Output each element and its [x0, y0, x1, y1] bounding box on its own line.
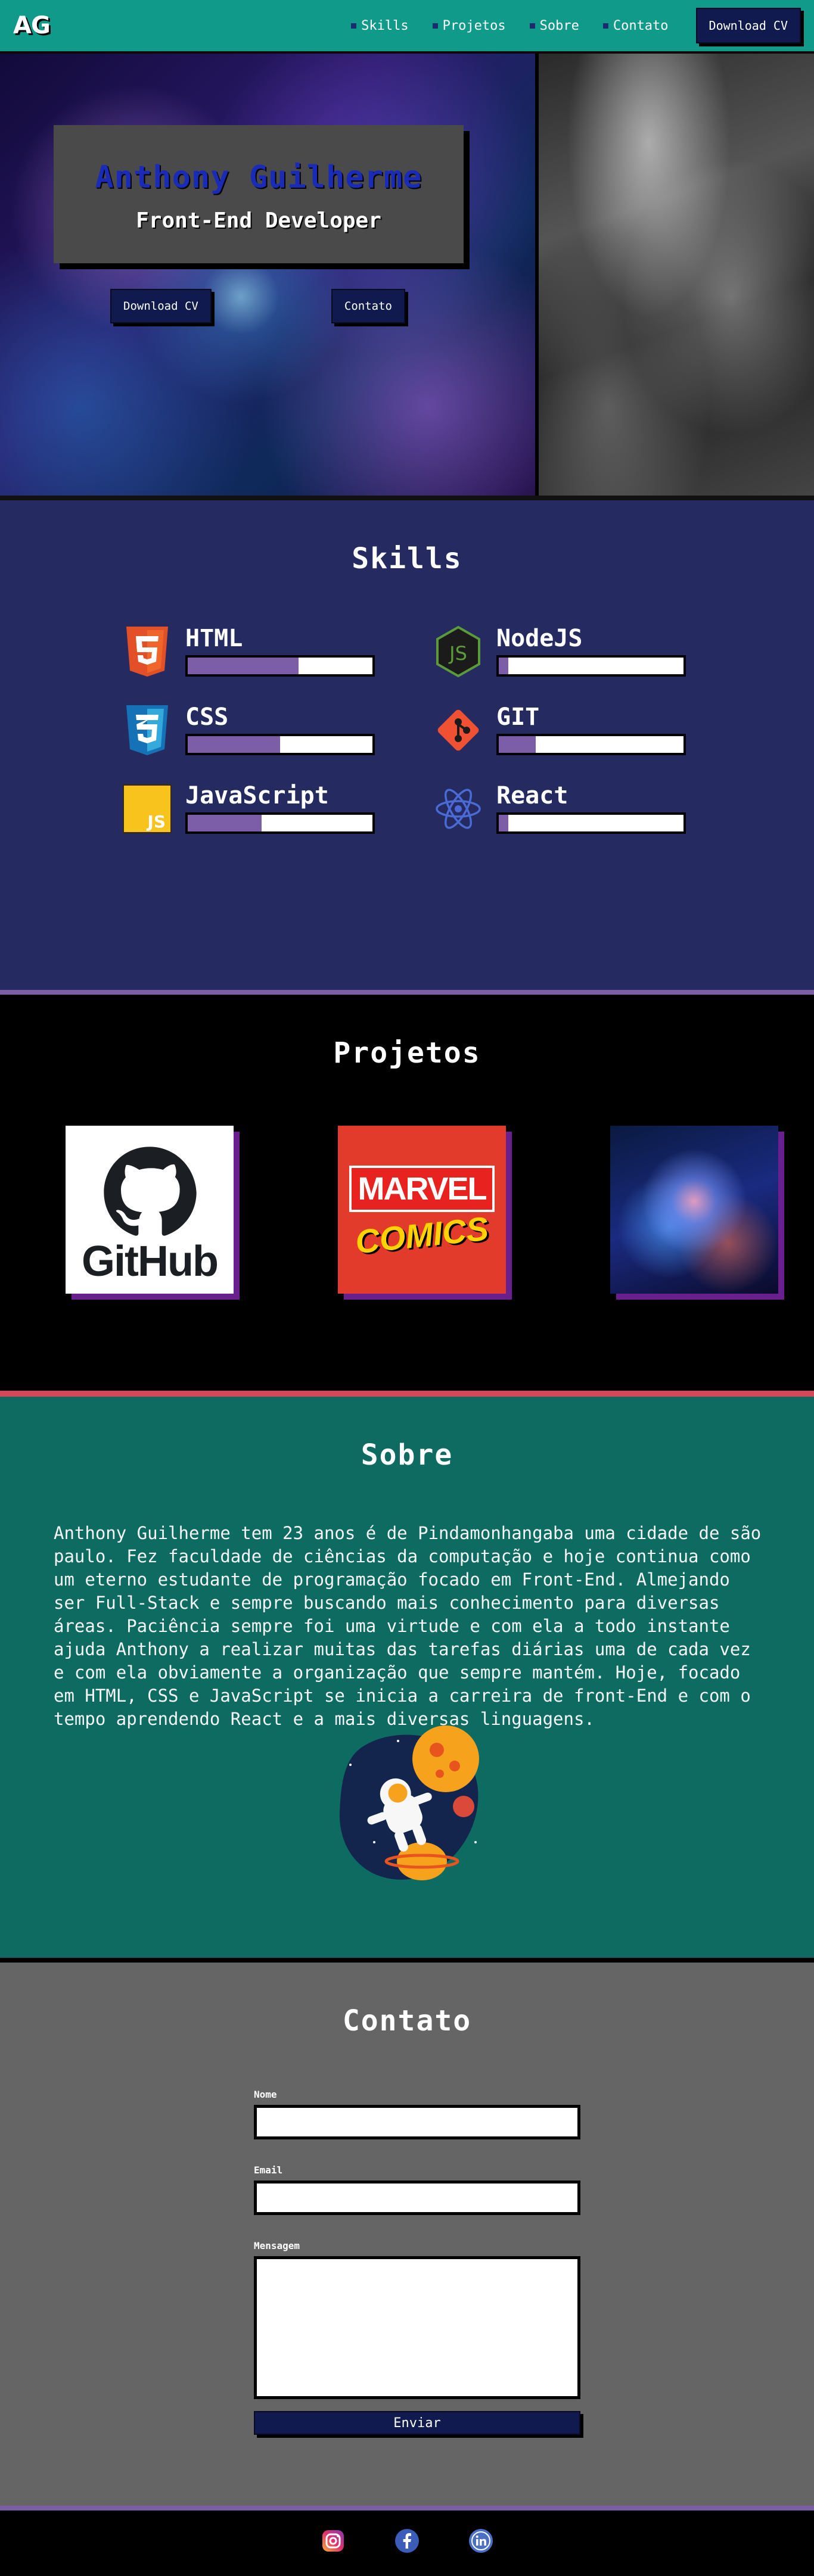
github-label: GitHub — [82, 1238, 219, 1285]
contato-title: Contato — [342, 2004, 472, 2038]
facebook-icon[interactable] — [394, 2528, 420, 2553]
main-nav: Skills Projetos Sobre Contato Download C… — [351, 8, 801, 43]
contact-form: Nome Email Mensagem Enviar — [254, 2089, 580, 2435]
hero-name: Anthony Guilherme — [95, 160, 422, 195]
sobre-section: Sobre Anthony Guilherme tem 23 anos é de… — [0, 1397, 814, 1963]
skill-progress-bar — [496, 734, 686, 755]
skills-title: Skills — [352, 542, 462, 575]
react-icon — [433, 783, 483, 835]
hero-buttons: Download CV Contato — [110, 289, 405, 323]
skill-progress-fill — [188, 815, 262, 831]
header-download-cv-button[interactable]: Download CV — [695, 8, 801, 43]
skills-grid: HTML JS NodeJS CSS GIT JS JavaScript Rea… — [122, 625, 688, 835]
email-field[interactable] — [254, 2181, 580, 2215]
skill-name: React — [496, 782, 568, 809]
skill-name: CSS — [185, 703, 229, 731]
javascript-icon: JS — [122, 783, 172, 835]
svg-text:JS: JS — [146, 812, 166, 831]
nav-item-contato[interactable]: Contato — [602, 18, 669, 33]
svg-text:JS: JS — [448, 642, 467, 665]
project-card-cosmic[interactable] — [610, 1126, 778, 1294]
github-icon — [104, 1147, 197, 1236]
nav-bullet-icon — [432, 23, 438, 29]
skill-name: HTML — [185, 625, 243, 652]
skill-nodejs: JS NodeJS — [433, 625, 688, 678]
projetos-title: Projetos — [333, 1036, 481, 1070]
nav-bullet-icon — [351, 23, 357, 29]
skill-progress-bar — [185, 734, 375, 755]
skill-progress-fill — [499, 815, 508, 831]
hero-nebula-image — [539, 54, 814, 496]
name-field[interactable] — [254, 2105, 580, 2139]
email-label: Email — [254, 2164, 283, 2176]
skills-section: Skills HTML JS NodeJS CSS GIT JS JavaScr… — [0, 500, 814, 995]
nav-label: Sobre — [539, 18, 579, 33]
nav-label: Skills — [361, 18, 409, 33]
project-card-github[interactable]: GitHub — [66, 1126, 234, 1294]
nav-label: Projetos — [442, 18, 506, 33]
name-label: Nome — [254, 2089, 277, 2100]
hero-card: Anthony Guilherme Front-End Developer — [54, 125, 464, 263]
marvel-logo: MARVEL — [349, 1165, 495, 1212]
skill-progress-bar — [185, 655, 375, 677]
skill-css: CSS — [122, 704, 433, 756]
skill-progress-fill — [188, 736, 280, 753]
nodejs-icon: JS — [433, 625, 483, 678]
skill-progress-bar — [185, 812, 375, 834]
nav-bullet-icon — [529, 23, 535, 29]
hero-section: Anthony Guilherme Front-End Developer Do… — [0, 54, 814, 500]
sobre-title: Sobre — [361, 1438, 453, 1472]
skill-name: GIT — [496, 703, 540, 731]
linkedin-icon[interactable] — [468, 2528, 493, 2553]
skill-react: React — [433, 783, 688, 835]
nav-item-projetos[interactable]: Projetos — [432, 18, 506, 33]
submit-button[interactable]: Enviar — [254, 2411, 580, 2435]
skill-progress-bar — [496, 812, 686, 834]
hero-galaxy-image — [0, 54, 539, 496]
message-field[interactable] — [254, 2256, 580, 2399]
astronaut-illustration-icon — [339, 1725, 479, 1880]
git-icon — [433, 704, 483, 756]
skill-git: GIT — [433, 704, 688, 756]
site-footer — [0, 2510, 814, 2571]
hero-download-cv-button[interactable]: Download CV — [110, 289, 212, 323]
skill-progress-bar — [496, 655, 686, 677]
nav-item-sobre[interactable]: Sobre — [529, 18, 579, 33]
nav-label: Contato — [613, 18, 669, 33]
skill-name: NodeJS — [496, 625, 583, 652]
projetos-row: GitHub MARVEL COMICS — [66, 1126, 814, 1294]
hero-role: Front-End Developer — [136, 208, 381, 233]
contato-section: Contato Nome Email Mensagem Enviar — [0, 1963, 814, 2510]
nav-bullet-icon — [602, 23, 608, 29]
hero-contato-button[interactable]: Contato — [331, 289, 405, 323]
css3-icon — [122, 704, 172, 756]
html5-icon — [122, 625, 172, 678]
message-label: Mensagem — [254, 2240, 300, 2251]
skill-html: HTML — [122, 625, 433, 678]
instagram-icon[interactable] — [321, 2528, 346, 2553]
comics-logo: COMICS — [353, 1208, 490, 1261]
projetos-section: Projetos GitHub MARVEL COMICS — [0, 995, 814, 1397]
sobre-text: Anthony Guilherme tem 23 anos é de Pinda… — [54, 1523, 762, 1729]
skill-name: JavaScript — [185, 782, 329, 809]
logo[interactable]: AG — [13, 12, 51, 39]
skill-progress-fill — [188, 658, 299, 674]
skill-javascript: JS JavaScript — [122, 783, 433, 835]
site-header: AG Skills Projetos Sobre Contato Downloa… — [0, 0, 814, 54]
nav-item-skills[interactable]: Skills — [351, 18, 409, 33]
skill-progress-fill — [499, 736, 536, 753]
project-card-marvel[interactable]: MARVEL COMICS — [338, 1126, 506, 1294]
skill-progress-fill — [499, 658, 508, 674]
